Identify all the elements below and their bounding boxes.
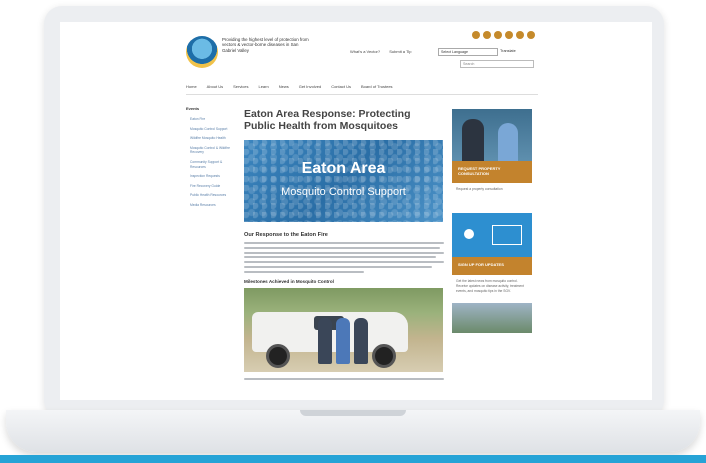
person-figure	[498, 123, 518, 161]
sub-heading: Milestones Achieved in Mosquito Control	[244, 278, 334, 284]
sidebar-title: Events	[186, 106, 200, 111]
truck-wheel	[372, 343, 396, 368]
translate-label: Translate	[500, 49, 516, 53]
globe-icon	[464, 229, 474, 239]
social-icon-4[interactable]	[505, 31, 513, 39]
social-icons	[472, 31, 535, 39]
main-content: Eaton Area Response: Protecting Public H…	[244, 108, 444, 383]
whats-a-vector-link[interactable]: What's a Vector?	[350, 49, 380, 54]
nav-services[interactable]: Services	[233, 84, 248, 89]
sidebar-item[interactable]: Fire Recovery Guide	[186, 184, 232, 189]
hero-title: Eaton Area	[301, 160, 386, 177]
social-icon-3[interactable]	[494, 31, 502, 39]
sidebar-item[interactable]: Mosquito Control & Wildfire Recovery	[186, 146, 232, 155]
right-sidebar: REQUEST PROPERTY CONSULTATION Request a …	[452, 109, 532, 334]
thumbnail-image	[452, 303, 532, 334]
hero-banner: Eaton Area Mosquito Control Support	[244, 140, 443, 222]
signup-button[interactable]: SIGN UP FOR UPDATES	[452, 257, 532, 275]
hero-subtitle: Mosquito Control Support	[281, 186, 406, 198]
nav-board[interactable]: Board of Trustees	[361, 84, 393, 89]
nav-about[interactable]: About Us	[207, 84, 223, 89]
social-icon-2[interactable]	[483, 31, 491, 39]
search-input[interactable]: Search	[460, 60, 534, 68]
main-nav: Home About Us Services Learn News Get In…	[186, 84, 546, 89]
laptop-notch	[300, 410, 406, 416]
sidebar-item[interactable]: Media Resources	[186, 203, 232, 208]
nav-learn[interactable]: Learn	[258, 84, 268, 89]
sidebar-item[interactable]: Wildfire Mosquito Health	[186, 136, 232, 141]
person-figure	[462, 119, 484, 161]
nav-divider	[186, 94, 538, 95]
nav-home[interactable]: Home	[186, 84, 197, 89]
signup-text: Get the latest news from mosquito contro…	[456, 279, 524, 293]
sidebar-item[interactable]: Public Health Resources	[186, 193, 232, 198]
left-sidebar: Events Eaton Fire Mosquito Control Suppo…	[186, 106, 232, 213]
crew-truck-photo	[244, 287, 443, 372]
signup-banner	[452, 213, 532, 257]
body-text	[244, 377, 444, 380]
page-title: Eaton Area Response: Protecting Public H…	[244, 108, 411, 132]
social-icon-6[interactable]	[527, 31, 535, 39]
browser-screen: Providing the highest level of protectio…	[60, 22, 652, 400]
sidebar-item[interactable]: Eaton Fire	[186, 117, 232, 122]
laptop-base	[6, 410, 700, 452]
nav-get-involved[interactable]: Get Involved	[299, 84, 321, 89]
truck-wheel	[266, 343, 290, 368]
envelope-icon	[492, 225, 522, 245]
social-icon-5[interactable]	[516, 31, 524, 39]
sidebar-item[interactable]: Mosquito Control Support	[186, 127, 232, 132]
section-heading: Our Response to the Eaton Fire	[244, 232, 328, 238]
nav-news[interactable]: News	[279, 84, 289, 89]
consultation-button[interactable]: REQUEST PROPERTY CONSULTATION	[452, 161, 532, 183]
nav-contact[interactable]: Contact Us	[331, 84, 351, 89]
submit-a-tip-link[interactable]: Submit a Tip	[389, 49, 411, 54]
person-figure	[336, 317, 350, 364]
person-figure	[318, 317, 332, 364]
language-select[interactable]: Select Language	[438, 48, 498, 56]
consultation-photo	[452, 109, 532, 161]
site-tagline: Providing the highest level of protectio…	[222, 37, 309, 53]
body-text	[244, 242, 444, 273]
social-icon-1[interactable]	[472, 31, 480, 39]
site-logo[interactable]	[186, 36, 218, 68]
utility-links: What's a Vector? Submit a Tip	[350, 49, 419, 54]
sidebar-item[interactable]: Inspection Requests	[186, 174, 232, 179]
sidebar-item[interactable]: Community Support & Resources	[186, 160, 232, 169]
person-figure	[354, 317, 368, 364]
bottom-accent-bar	[0, 455, 706, 463]
consultation-text: Request a property consultation	[456, 187, 503, 191]
